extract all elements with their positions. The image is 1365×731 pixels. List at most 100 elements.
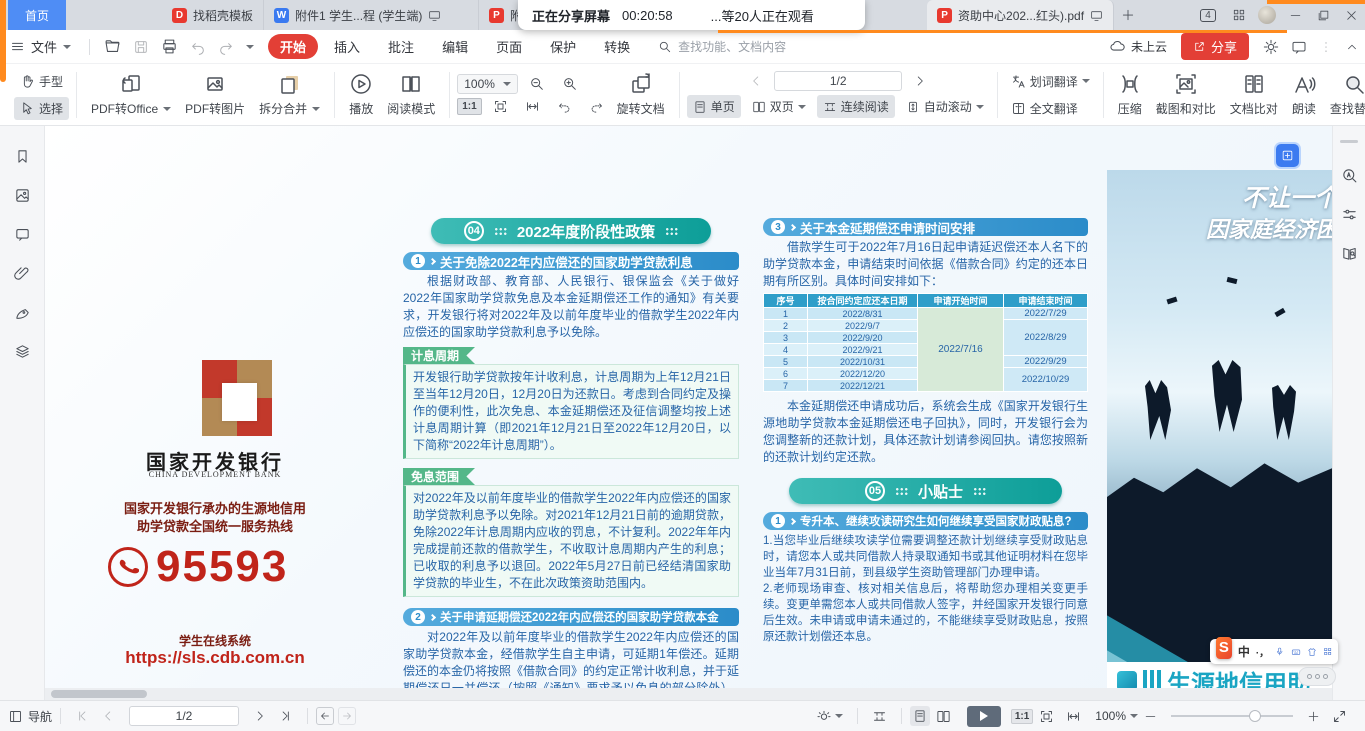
horizontal-scrollbar[interactable]: [45, 688, 1332, 700]
microphone-icon[interactable]: [1275, 645, 1284, 658]
cloud-status[interactable]: 未上云: [1109, 38, 1167, 55]
read-mode-button[interactable]: 阅读模式: [380, 72, 442, 117]
skin-icon[interactable]: [1307, 645, 1317, 659]
find-panel-button[interactable]: [1341, 167, 1358, 184]
print-button[interactable]: [155, 38, 184, 55]
play-slideshow-button[interactable]: 播放: [342, 72, 380, 117]
redo-button[interactable]: [212, 39, 240, 55]
rotate-left-button[interactable]: [551, 99, 578, 114]
feedback-button[interactable]: [1285, 39, 1313, 55]
save-button[interactable]: [127, 39, 155, 55]
compress-button[interactable]: 压缩: [1111, 72, 1149, 117]
ribbon-tab-page[interactable]: 页面: [484, 34, 534, 59]
zoom-out-button[interactable]: [1138, 710, 1163, 723]
open-file-button[interactable]: [98, 38, 127, 55]
page-number-input[interactable]: 1/2: [129, 706, 239, 726]
new-tab-button[interactable]: [1114, 0, 1142, 30]
hand-tool-button[interactable]: 手型: [14, 70, 69, 93]
eye-protection-button[interactable]: [810, 708, 849, 724]
double-page-button[interactable]: 双页: [746, 95, 812, 118]
thumbnails-panel-button[interactable]: [14, 187, 31, 204]
ime-toolbar[interactable]: S 中 ·，: [1210, 639, 1338, 664]
tab-home[interactable]: 首页: [8, 0, 66, 30]
full-translate-button[interactable]: 全文翻译: [1005, 97, 1096, 120]
settings-button[interactable]: [1257, 39, 1285, 55]
more-button[interactable]: [1313, 40, 1339, 54]
ime-punctuation-toggle[interactable]: ·，: [1256, 644, 1269, 659]
fit-width-button[interactable]: [519, 99, 546, 114]
split-merge-button[interactable]: 拆分合并: [252, 72, 327, 117]
ribbon-tab-protect[interactable]: 保护: [538, 34, 588, 59]
rotate-document-button[interactable]: 旋转文档: [610, 72, 672, 117]
maximize-button[interactable]: [1309, 0, 1337, 30]
ribbon-tab-insert[interactable]: 插入: [322, 34, 372, 59]
pdf-page[interactable]: 国家开发银行 CHINA DEVELOPMENT BANK 国家开发银行承办的生…: [45, 126, 1332, 700]
fit-width-button[interactable]: [1060, 709, 1087, 724]
share-button[interactable]: 分享: [1181, 33, 1249, 60]
tab-docer-templates[interactable]: D 找稻壳模板: [162, 0, 264, 30]
screen-share-banner[interactable]: 正在分享屏幕 00:20:58 ...等20人正在观看: [518, 0, 865, 30]
ribbon-tab-edit[interactable]: 编辑: [430, 34, 480, 59]
undo-button[interactable]: [184, 39, 212, 55]
double-page-button[interactable]: [930, 709, 957, 724]
rotate-right-button[interactable]: [583, 99, 610, 114]
ribbon-tab-home[interactable]: 开始: [268, 34, 318, 59]
fit-page-button[interactable]: [1033, 709, 1060, 724]
online-system-url[interactable]: https://sls.cdb.com.cn: [70, 648, 360, 668]
fit-page-button[interactable]: [487, 99, 514, 114]
continuous-read-button[interactable]: [866, 709, 893, 724]
zoom-out-button[interactable]: [523, 76, 551, 92]
tab-manager-button[interactable]: 4: [1191, 0, 1225, 30]
play-slideshow-button[interactable]: [967, 706, 1001, 727]
comments-panel-button[interactable]: [14, 226, 31, 243]
collapse-ribbon-button[interactable]: [1339, 40, 1365, 54]
minimize-button[interactable]: [1281, 0, 1309, 30]
history-forward-button[interactable]: [338, 707, 356, 725]
zoom-slider-knob[interactable]: [1249, 710, 1261, 722]
zoom-in-button[interactable]: [1301, 710, 1326, 723]
first-page-button[interactable]: [69, 709, 95, 723]
close-button[interactable]: [1337, 0, 1365, 30]
floating-page-tool-button[interactable]: [1276, 144, 1299, 167]
signature-panel-button[interactable]: [14, 304, 31, 321]
fullscreen-button[interactable]: [1326, 709, 1353, 724]
zoom-level-select[interactable]: 100%: [457, 74, 518, 94]
page-number-input[interactable]: 1/2: [774, 71, 902, 91]
actual-size-button[interactable]: 1:1: [1011, 709, 1033, 724]
zoom-level-select[interactable]: 100%: [1095, 709, 1138, 723]
previous-page-button[interactable]: [743, 74, 769, 88]
auto-scroll-button[interactable]: 自动滚动: [900, 95, 990, 118]
keyboard-icon[interactable]: [1291, 645, 1301, 659]
layers-panel-button[interactable]: [14, 343, 31, 360]
scrollbar-thumb[interactable]: [51, 690, 147, 698]
single-page-button[interactable]: [910, 706, 930, 726]
word-translate-button[interactable]: 划词翻译: [1005, 70, 1096, 93]
workspace-grid-button[interactable]: [1225, 0, 1253, 30]
read-aloud-button[interactable]: 朗读: [1285, 72, 1323, 117]
actual-size-button[interactable]: 1:1: [457, 98, 481, 115]
ime-more-button[interactable]: [1298, 667, 1336, 686]
toolbox-grid-icon[interactable]: [1323, 645, 1332, 658]
library-panel-button[interactable]: [1341, 245, 1358, 262]
customize-quickbar-button[interactable]: [240, 45, 260, 49]
navigation-toggle[interactable]: 导航: [8, 708, 52, 725]
previous-page-button[interactable]: [95, 709, 121, 723]
select-tool-button[interactable]: 选择: [14, 97, 69, 120]
pdf-to-office-button[interactable]: PDF转Office: [84, 72, 178, 117]
history-back-button[interactable]: [316, 707, 334, 725]
last-page-button[interactable]: [273, 709, 299, 723]
tab-active-pdf[interactable]: P 资助中心202...红头).pdf: [927, 0, 1114, 30]
zoom-in-button[interactable]: [556, 76, 584, 92]
find-replace-button[interactable]: 查找替换: [1323, 72, 1365, 117]
search-input[interactable]: 查找功能、文档内容: [658, 38, 786, 55]
zoom-slider[interactable]: [1171, 715, 1293, 717]
attachments-panel-button[interactable]: [14, 265, 31, 282]
continuous-read-button[interactable]: 连续阅读: [817, 95, 895, 118]
ribbon-tab-convert[interactable]: 转换: [592, 34, 642, 59]
next-page-button[interactable]: [247, 709, 273, 723]
ribbon-tab-comment[interactable]: 批注: [376, 34, 426, 59]
pdf-to-image-button[interactable]: PDF转图片: [178, 72, 252, 117]
avatar[interactable]: [1253, 0, 1281, 30]
panel-drag-handle[interactable]: [1340, 140, 1358, 143]
single-page-button[interactable]: 单页: [687, 95, 741, 118]
